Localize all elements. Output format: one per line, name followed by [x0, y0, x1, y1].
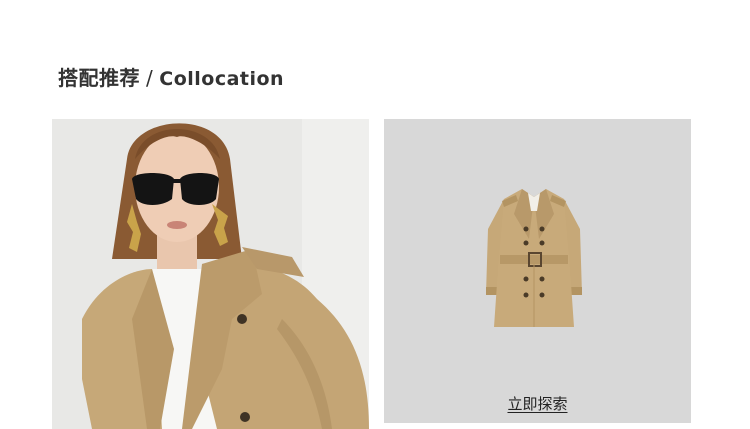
trench-coat-product-image: [384, 119, 691, 423]
section-title-separator: /: [146, 66, 154, 90]
explore-now-link[interactable]: 立即探索: [384, 393, 691, 414]
model-illustration: [52, 119, 369, 429]
section-title: 搭配推荐 / Collocation: [58, 62, 284, 91]
product-card[interactable]: 立即探索: [384, 119, 691, 423]
model-photo[interactable]: [52, 119, 369, 429]
section-title-cn: 搭配推荐: [58, 66, 140, 90]
section-title-en: Collocation: [159, 68, 285, 90]
